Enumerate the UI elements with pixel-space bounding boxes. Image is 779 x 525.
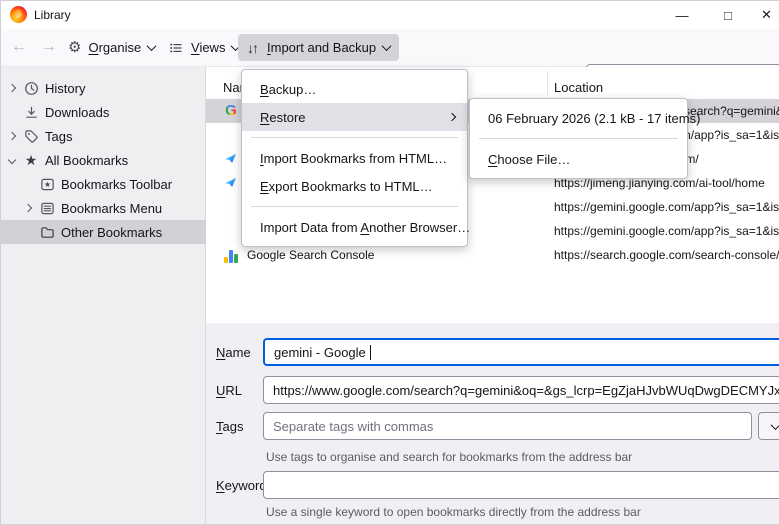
list-view-icon — [170, 43, 182, 52]
window-title: Library — [34, 8, 71, 22]
chevron-down-icon — [770, 419, 779, 430]
import-and-backup-menu: Backup… Restore Import Bookmarks from HT… — [241, 69, 470, 247]
views-menu-button[interactable]: Views — [159, 34, 248, 61]
keyword-field[interactable] — [263, 471, 779, 499]
menu-item-export-bookmarks-to-html[interactable]: Export Bookmarks to HTML… — [242, 172, 467, 200]
name-label: Name — [216, 345, 251, 360]
window-controls: — □ ✕ — [659, 1, 779, 29]
gear-icon: ⚙ — [68, 39, 82, 56]
menu-separator — [479, 138, 678, 139]
url-field[interactable]: https://www.google.com/search?q=gemini&o… — [263, 376, 779, 404]
library-window: Library — □ ✕ ← → ⚙ Organise Views ↓↑ Im… — [0, 0, 779, 525]
column-divider[interactable] — [547, 71, 548, 95]
sidebar-item-label: History — [45, 80, 86, 96]
chevron-down-icon — [381, 41, 392, 52]
folder-icon — [39, 224, 55, 240]
forward-button[interactable]: → — [41, 38, 57, 56]
back-button[interactable]: ← — [11, 38, 27, 56]
sidebar-item-downloads[interactable]: Downloads — [1, 100, 206, 124]
chevron-right-icon — [7, 131, 17, 141]
url-label: URL — [216, 383, 243, 398]
menu-item-restore[interactable]: Restore — [242, 103, 467, 131]
import-and-backup-menu-button[interactable]: ↓↑ Import and Backup — [238, 34, 400, 61]
restore-submenu: 06 February 2026 (2.1 kB - 17 items) Cho… — [469, 98, 700, 179]
sidebar-item-label: Tags — [45, 128, 73, 144]
sidebar-item-history[interactable]: History — [1, 76, 206, 100]
toolbar: ← → ⚙ Organise Views ↓↑ Import and Backu… — [1, 29, 779, 91]
menu-item-import-data-from-another-browser[interactable]: Import Data from Another Browser… — [242, 213, 470, 241]
tags-helper-text: Use tags to organise and search for book… — [266, 450, 633, 464]
submenu-item-backup-entry[interactable]: 06 February 2026 (2.1 kB - 17 items) — [470, 104, 700, 132]
sidebar-item-bookmarks-toolbar[interactable]: Bookmarks Toolbar — [1, 172, 206, 196]
tags-label: Tags — [216, 419, 244, 434]
keyword-label: Keyword — [216, 478, 267, 493]
text-caret — [369, 344, 371, 360]
close-button[interactable]: ✕ — [751, 1, 779, 29]
menu-item-backup[interactable]: Backup… — [242, 75, 467, 103]
sidebar-item-label: Downloads — [45, 104, 110, 120]
maximize-button[interactable]: □ — [705, 1, 751, 29]
organise-menu-button[interactable]: ⚙ Organise — [59, 34, 164, 61]
sidebar-item-label: Bookmarks Menu — [61, 200, 163, 216]
gemini-favicon — [223, 199, 239, 215]
sidebar: History Downloads Tags ★ All Bookmarks B… — [1, 67, 206, 524]
chevron-right-icon — [23, 203, 33, 213]
download-icon — [23, 104, 39, 120]
sidebar-item-tags[interactable]: Tags — [1, 124, 206, 148]
import-export-arrows-icon: ↓↑ — [247, 39, 259, 56]
submenu-item-choose-file[interactable]: Choose File… — [470, 145, 687, 173]
menu-separator — [251, 206, 458, 207]
jimeng-favicon — [223, 175, 239, 191]
keyword-helper-text: Use a single keyword to open bookmarks d… — [266, 505, 641, 519]
google-favicon: G — [223, 103, 239, 119]
minimize-button[interactable]: — — [659, 1, 705, 29]
bookmark-details-form: Name gemini - Google URL https://www.goo… — [206, 323, 779, 524]
name-field[interactable]: gemini - Google — [263, 338, 779, 366]
import-and-backup-label: Import and Backup — [267, 40, 377, 55]
star-icon: ★ — [24, 152, 38, 168]
chevron-down-icon — [146, 41, 157, 52]
tag-icon — [23, 128, 39, 144]
column-header-location[interactable]: Location — [554, 80, 603, 95]
title-bar: Library — □ ✕ — [1, 1, 779, 29]
menu-item-import-bookmarks-from-html[interactable]: Import Bookmarks from HTML… — [242, 144, 467, 172]
gemini-favicon — [223, 127, 239, 143]
sidebar-item-bookmarks-menu[interactable]: Bookmarks Menu — [1, 196, 206, 220]
views-label: Views — [191, 40, 226, 55]
submenu-arrow-icon — [447, 112, 457, 122]
bookmarks-menu-icon — [39, 200, 55, 216]
firefox-logo-icon — [10, 6, 27, 23]
jimeng-favicon — [223, 151, 239, 167]
chevron-right-icon — [7, 83, 17, 93]
organise-label: Organise — [88, 40, 142, 55]
chevron-down-icon — [7, 155, 17, 165]
sidebar-item-other-bookmarks[interactable]: Other Bookmarks — [1, 220, 206, 244]
sidebar-item-label: All Bookmarks — [45, 152, 129, 168]
sidebar-item-all-bookmarks[interactable]: ★ All Bookmarks — [1, 148, 206, 172]
bookmarks-toolbar-icon — [39, 176, 55, 192]
gemini-favicon — [223, 223, 239, 239]
clock-icon — [23, 80, 39, 96]
tags-field[interactable]: Separate tags with commas — [263, 412, 752, 440]
search-console-favicon — [223, 247, 239, 263]
sidebar-item-label: Other Bookmarks — [61, 224, 163, 240]
tags-dropdown-button[interactable] — [758, 412, 779, 440]
sidebar-item-label: Bookmarks Toolbar — [61, 176, 173, 192]
menu-separator — [251, 137, 458, 138]
